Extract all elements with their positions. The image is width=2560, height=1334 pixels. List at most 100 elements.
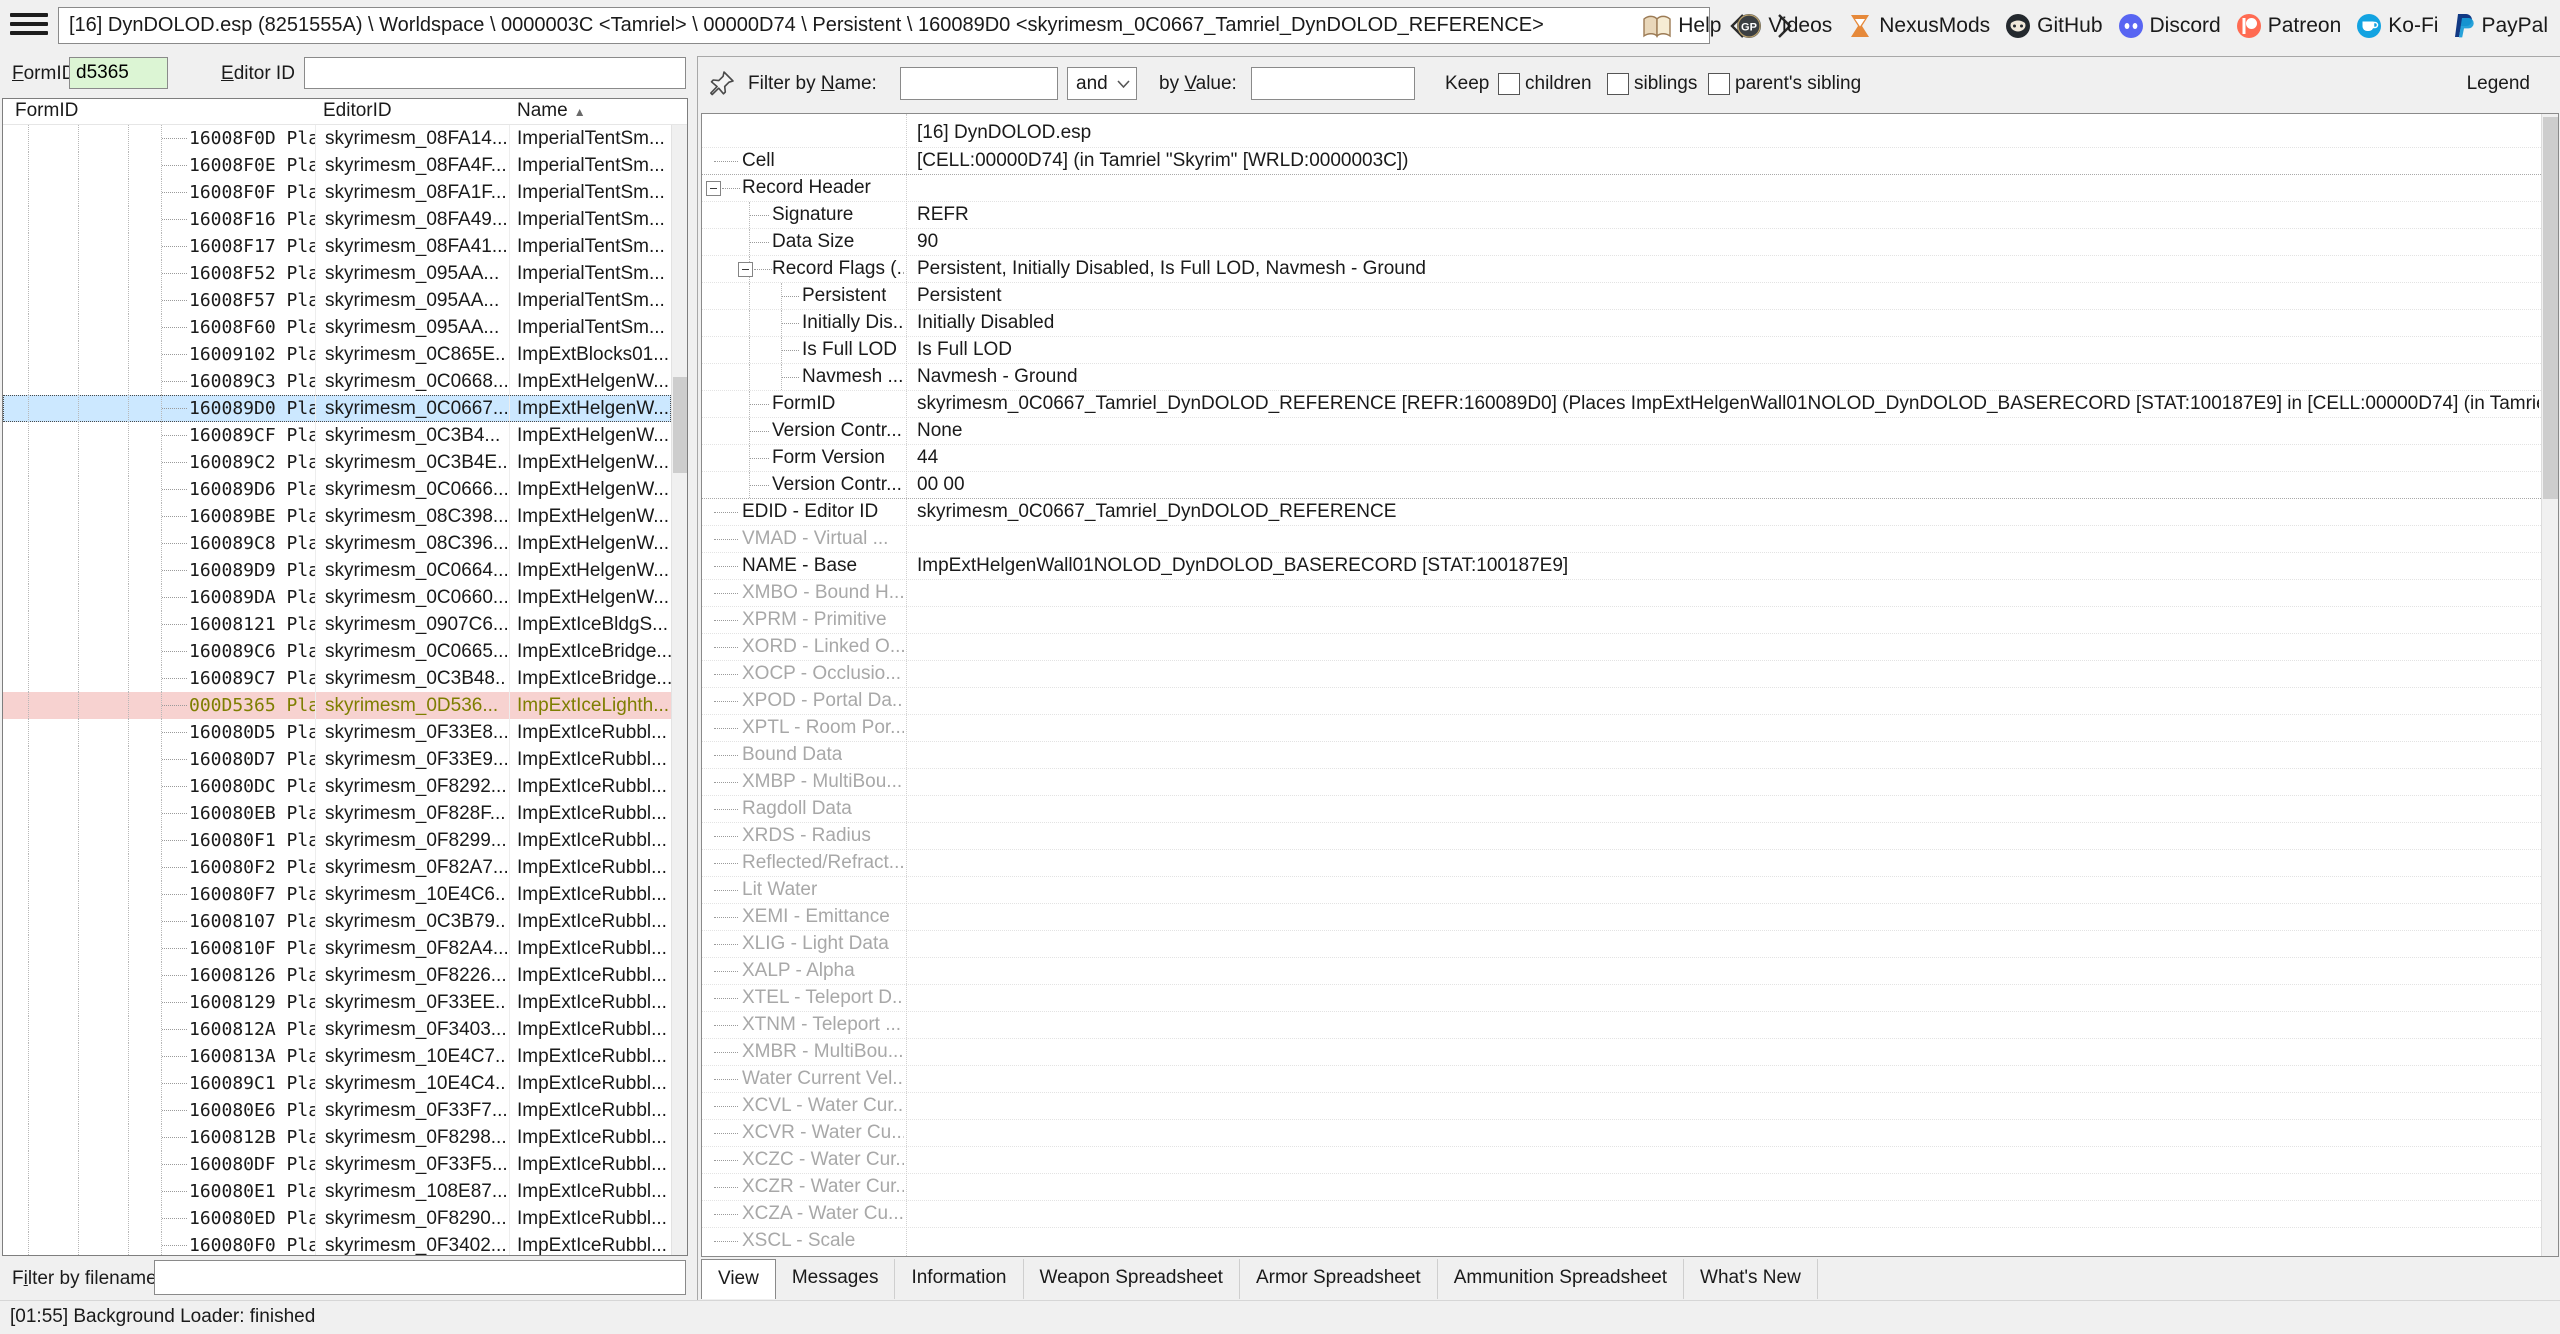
tree-row-record-flags-[interactable]: Record Flags (...Persistent, Initially D… bbox=[702, 255, 2541, 282]
menu-icon[interactable] bbox=[10, 13, 48, 41]
table-row[interactable]: 160089C3 Placeskyrimesm_0C0668...ImpExtH… bbox=[3, 368, 671, 395]
tree-row-xmbp-multibou-[interactable]: XMBP - MultiBou... bbox=[702, 768, 2541, 795]
tree-row-ragdoll-data[interactable]: Ragdoll Data bbox=[702, 795, 2541, 822]
link-help[interactable]: Help bbox=[1642, 14, 1721, 39]
table-row[interactable]: 160080F1 Placeskyrimesm_0F8299...ImpExtI… bbox=[3, 827, 671, 854]
tree-row-xpod-portal-da-[interactable]: XPOD - Portal Da... bbox=[702, 687, 2541, 714]
tree-row-xprm-primitive[interactable]: XPRM - Primitive bbox=[702, 606, 2541, 633]
tree-row-is-full-lod[interactable]: Is Full LODIs Full LOD bbox=[702, 336, 2541, 363]
table-row[interactable]: 16008121 Placeskyrimesm_0907C6...ImpExtI… bbox=[3, 611, 671, 638]
table-row[interactable]: 160080F0 Placeskyrimesm_0F3402...ImpExtI… bbox=[3, 1232, 671, 1255]
table-row[interactable]: 16008F60 Placeskyrimesm_095AA...Imperial… bbox=[3, 314, 671, 341]
link-videos[interactable]: GPVideos bbox=[1736, 13, 1832, 39]
table-row[interactable]: 16008F57 Placeskyrimesm_095AA...Imperial… bbox=[3, 287, 671, 314]
table-row[interactable]: 160080EB Placeskyrimesm_0F828F...ImpExtI… bbox=[3, 800, 671, 827]
link-ko-fi[interactable]: Ko-Fi bbox=[2356, 13, 2438, 39]
table-row[interactable]: 160089C1 Placeskyrimesm_10E4C4...ImpExtI… bbox=[3, 1070, 671, 1097]
editorid-input[interactable] bbox=[304, 57, 686, 89]
tree-row-xtnm-teleport-[interactable]: XTNM - Teleport ... bbox=[702, 1011, 2541, 1038]
table-row[interactable]: 160080F7 Placeskyrimesm_10E4C6...ImpExtI… bbox=[3, 881, 671, 908]
link-paypal[interactable]: PayPal bbox=[2453, 13, 2548, 39]
table-row[interactable]: 160089DA Placeskyrimesm_0C0660...ImpExtH… bbox=[3, 584, 671, 611]
tree-row-reflected-refract-[interactable]: Reflected/Refract... bbox=[702, 849, 2541, 876]
table-row[interactable]: 160080E1 Placeskyrimesm_108E87...ImpExtI… bbox=[3, 1178, 671, 1205]
table-row[interactable]: 16009102 Placeskyrimesm_0C865E...ImpExtB… bbox=[3, 341, 671, 368]
tree-row-xmbo-bound-h-[interactable]: XMBO - Bound H... bbox=[702, 579, 2541, 606]
tab-ammunition-spreadsheet[interactable]: Ammunition Spreadsheet bbox=[1438, 1259, 1684, 1299]
table-row[interactable]: 160089D9 Placeskyrimesm_0C0664...ImpExtH… bbox=[3, 557, 671, 584]
filter-name-input[interactable] bbox=[900, 67, 1058, 100]
breadcrumb[interactable]: [16] DynDOLOD.esp (8251555A) \ Worldspac… bbox=[58, 7, 1710, 44]
tab-information[interactable]: Information bbox=[895, 1259, 1023, 1299]
keep-checkbox-parent-s-sibling[interactable]: parent's sibling bbox=[1708, 73, 1861, 95]
table-row[interactable]: 1600812A Placeskyrimesm_0F3403...ImpExtI… bbox=[3, 1016, 671, 1043]
tree-row-form-version[interactable]: Form Version44 bbox=[702, 444, 2541, 471]
link-github[interactable]: GitHub bbox=[2005, 13, 2102, 39]
filter-value-input[interactable] bbox=[1251, 67, 1415, 100]
tree-row-xczr-water-cur-[interactable]: XCZR - Water Cur... bbox=[702, 1173, 2541, 1200]
link-patreon[interactable]: Patreon bbox=[2236, 13, 2342, 39]
tree-row-xord-linked-o-[interactable]: XORD - Linked O... bbox=[702, 633, 2541, 660]
table-row[interactable]: 160080DF Placeskyrimesm_0F33F5...ImpExtI… bbox=[3, 1151, 671, 1178]
right-scrollbar[interactable] bbox=[2541, 114, 2558, 1256]
table-row[interactable]: 160080E6 Placeskyrimesm_0F33F7...ImpExtI… bbox=[3, 1097, 671, 1124]
left-scrollbar[interactable] bbox=[671, 125, 687, 1255]
tree-row-xlig-light-data[interactable]: XLIG - Light Data bbox=[702, 930, 2541, 957]
table-row[interactable]: 16008107 Placeskyrimesm_0C3B79...ImpExtI… bbox=[3, 908, 671, 935]
table-row[interactable]: 160080DC Placeskyrimesm_0F8292...ImpExtI… bbox=[3, 773, 671, 800]
table-row[interactable]: 1600813A Placeskyrimesm_10E4C7...ImpExtI… bbox=[3, 1043, 671, 1070]
table-row[interactable]: 16008F0E Placeskyrimesm_08FA4F...Imperia… bbox=[3, 152, 671, 179]
tab-weapon-spreadsheet[interactable]: Weapon Spreadsheet bbox=[1024, 1259, 1240, 1299]
table-row[interactable]: 160089C7 Placeskyrimesm_0C3B48...ImpExtI… bbox=[3, 665, 671, 692]
tree-row-xcvl-water-cur-[interactable]: XCVL - Water Cur... bbox=[702, 1092, 2541, 1119]
tree-row-xmbr-multibou-[interactable]: XMBR - MultiBou... bbox=[702, 1038, 2541, 1065]
column-header-name[interactable]: Name▲ bbox=[517, 100, 586, 122]
column-divider[interactable] bbox=[906, 114, 907, 1256]
pin-icon[interactable] bbox=[708, 70, 735, 103]
tree-row-cell[interactable]: Cell[CELL:00000D74] (in Tamriel "Skyrim"… bbox=[702, 147, 2541, 174]
table-row[interactable]: 160089D6 Placeskyrimesm_0C0666...ImpExtH… bbox=[3, 476, 671, 503]
tree-row-version-contr-[interactable]: Version Contr...None bbox=[702, 417, 2541, 444]
table-row[interactable]: 16008F52 Placeskyrimesm_095AA...Imperial… bbox=[3, 260, 671, 287]
keep-checkbox-children[interactable]: children bbox=[1498, 73, 1597, 95]
left-scrollbar-thumb[interactable] bbox=[673, 377, 687, 473]
tree-row-xalp-alpha[interactable]: XALP - Alpha bbox=[702, 957, 2541, 984]
tree-row-water-current-vel-[interactable]: Water Current Vel... bbox=[702, 1065, 2541, 1092]
column-header-formid[interactable]: FormID bbox=[15, 100, 78, 122]
table-row[interactable]: 1600810F Placeskyrimesm_0F82A4...ImpExtI… bbox=[3, 935, 671, 962]
table-row[interactable]: 16008126 Placeskyrimesm_0F8226...ImpExtI… bbox=[3, 962, 671, 989]
table-row[interactable]: 16008F0D Placeskyrimesm_08FA14...Imperia… bbox=[3, 125, 671, 152]
table-row[interactable]: 160089C8 Placeskyrimesm_08C396...ImpExtH… bbox=[3, 530, 671, 557]
tree-row-xptl-room-por-[interactable]: XPTL - Room Por... bbox=[702, 714, 2541, 741]
tree-row-xemi-emittance[interactable]: XEMI - Emittance bbox=[702, 903, 2541, 930]
tree-row-xczc-water-cur-[interactable]: XCZC - Water Cur... bbox=[702, 1146, 2541, 1173]
tree-row-signature[interactable]: SignatureREFR bbox=[702, 201, 2541, 228]
tree-row-xtel-teleport-d-[interactable]: XTEL - Teleport D... bbox=[702, 984, 2541, 1011]
right-scrollbar-thumb[interactable] bbox=[2543, 117, 2558, 499]
tree-row-formid[interactable]: FormIDskyrimesm_0C0667_Tamriel_DynDOLOD_… bbox=[702, 390, 2541, 417]
table-row[interactable]: 160089BE Placeskyrimesm_08C398...ImpExtH… bbox=[3, 503, 671, 530]
tab-what-s-new[interactable]: What's New bbox=[1684, 1259, 1818, 1299]
keep-checkbox-siblings[interactable]: siblings bbox=[1607, 73, 1698, 95]
collapse-icon[interactable] bbox=[706, 181, 721, 196]
tree-row-data-size[interactable]: Data Size90 bbox=[702, 228, 2541, 255]
table-row[interactable]: 000D5365 Placeskyrimesm_0D536...ImpExtIc… bbox=[3, 692, 671, 719]
tab-messages[interactable]: Messages bbox=[776, 1259, 896, 1299]
tree-row-xcvr-water-cu-[interactable]: XCVR - Water Cu... bbox=[702, 1119, 2541, 1146]
formid-input[interactable] bbox=[69, 57, 168, 89]
tree-row-version-contr-[interactable]: Version Contr...00 00 bbox=[702, 471, 2541, 498]
table-row[interactable]: 160089C6 Placeskyrimesm_0C0665...ImpExtI… bbox=[3, 638, 671, 665]
checkbox-icon[interactable] bbox=[1607, 73, 1629, 95]
column-header-editorid[interactable]: EditorID bbox=[323, 100, 392, 122]
tree-row-xscl-scale[interactable]: XSCL - Scale bbox=[702, 1227, 2541, 1254]
table-row[interactable]: 16008F0F Placeskyrimesm_08FA1F...Imperia… bbox=[3, 179, 671, 206]
tree-row-xrds-radius[interactable]: XRDS - Radius bbox=[702, 822, 2541, 849]
link-discord[interactable]: Discord bbox=[2118, 13, 2221, 39]
tree-row-bound-data[interactable]: Bound Data bbox=[702, 741, 2541, 768]
table-row[interactable]: 16008F16 Placeskyrimesm_08FA49...Imperia… bbox=[3, 206, 671, 233]
table-row[interactable]: 1600812B Placeskyrimesm_0F8298...ImpExtI… bbox=[3, 1124, 671, 1151]
collapse-icon[interactable] bbox=[738, 262, 753, 277]
tree-row-edid-editor-id[interactable]: EDID - Editor IDskyrimesm_0C0667_Tamriel… bbox=[702, 498, 2541, 525]
tree-row-plugin[interactable]: [16] DynDOLOD.esp bbox=[702, 120, 2541, 147]
table-row[interactable]: 160080ED Placeskyrimesm_0F8290...ImpExtI… bbox=[3, 1205, 671, 1232]
